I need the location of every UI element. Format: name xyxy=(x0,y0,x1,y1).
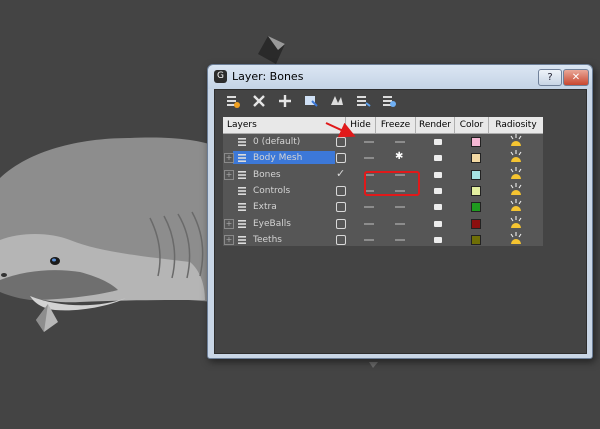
layer-row[interactable]: + Teeths xyxy=(223,231,543,248)
select-layer-icon[interactable] xyxy=(327,93,347,113)
radiosity-icon[interactable] xyxy=(508,198,524,214)
hide-toggle[interactable] xyxy=(364,238,374,241)
current-layer-toggle[interactable] xyxy=(336,202,346,213)
render-teapot-icon[interactable] xyxy=(434,204,442,211)
layer-row[interactable]: + Body Mesh ✱ xyxy=(223,150,543,166)
radiosity-icon[interactable] xyxy=(508,166,524,182)
layer-name[interactable]: 0 (default) xyxy=(253,136,300,148)
layer-icon xyxy=(238,137,248,147)
layer-color-swatch[interactable] xyxy=(471,202,481,213)
layer-row[interactable]: 0 (default) xyxy=(223,134,543,150)
render-teapot-icon[interactable] xyxy=(434,220,442,227)
new-layer-icon[interactable] xyxy=(223,93,243,113)
current-layer-toggle[interactable] xyxy=(336,234,346,245)
layer-color-swatch[interactable] xyxy=(471,218,481,229)
layer-manager-window: G Layer: Bones ? ✕ Layers Hide Freeze Re… xyxy=(207,64,593,359)
window-title: Layer: Bones xyxy=(232,70,304,83)
column-freeze[interactable]: Freeze xyxy=(376,117,416,133)
expand-icon[interactable]: + xyxy=(224,218,234,229)
current-layer-checkmark-icon[interactable]: ✓ xyxy=(336,167,345,180)
layer-icon xyxy=(238,219,248,229)
annotation-highlight-box xyxy=(364,171,420,196)
radiosity-icon[interactable] xyxy=(508,231,524,247)
current-layer-toggle[interactable] xyxy=(336,185,346,196)
layer-color-swatch[interactable] xyxy=(471,234,481,245)
layer-name[interactable]: Controls xyxy=(253,185,290,197)
render-teapot-icon[interactable] xyxy=(434,187,442,194)
column-layers[interactable]: Layers xyxy=(223,117,346,133)
title-bar[interactable]: G Layer: Bones ? ✕ xyxy=(208,65,592,89)
layer-color-swatch[interactable] xyxy=(471,137,481,147)
freeze-toggle[interactable] xyxy=(395,222,405,225)
render-teapot-icon[interactable] xyxy=(434,155,442,162)
layer-name[interactable]: Extra xyxy=(253,201,277,213)
expand-icon[interactable]: + xyxy=(224,153,234,164)
radiosity-icon[interactable] xyxy=(508,149,524,165)
layer-manager-panel: Layers Hide Freeze Render Color Radiosit… xyxy=(214,89,587,354)
column-radiosity[interactable]: Radiosity xyxy=(489,117,543,133)
layer-name[interactable]: Body Mesh xyxy=(253,152,302,164)
layer-name[interactable]: Teeths xyxy=(253,234,282,246)
expand-icon[interactable]: + xyxy=(224,234,234,245)
expand-icon[interactable]: + xyxy=(224,169,234,180)
hide-freeze-all-icon[interactable] xyxy=(379,93,399,113)
layer-row[interactable]: Extra xyxy=(223,199,543,215)
render-teapot-icon[interactable] xyxy=(434,139,442,145)
freeze-toggle[interactable] xyxy=(395,206,405,209)
layer-icon xyxy=(238,170,248,180)
layer-icon xyxy=(238,186,248,196)
hide-toggle[interactable] xyxy=(364,222,374,225)
shark-model xyxy=(0,137,215,311)
layer-name[interactable]: Bones xyxy=(253,169,281,181)
hide-toggle[interactable] xyxy=(364,157,374,160)
layer-row[interactable]: + EyeBalls xyxy=(223,215,543,232)
layer-color-swatch[interactable] xyxy=(471,169,481,180)
render-teapot-icon[interactable] xyxy=(434,236,442,243)
layer-color-swatch[interactable] xyxy=(471,185,481,196)
current-layer-toggle[interactable] xyxy=(336,218,346,229)
layer-icon xyxy=(238,153,248,163)
freeze-toggle[interactable] xyxy=(395,141,405,143)
freeze-snowflake-icon[interactable]: ✱ xyxy=(395,151,403,162)
app-icon: G xyxy=(214,70,227,83)
hide-toggle[interactable] xyxy=(364,141,374,143)
layer-icon xyxy=(238,202,248,212)
layer-name[interactable]: EyeBalls xyxy=(253,218,291,230)
column-hide[interactable]: Hide xyxy=(346,117,376,133)
radiosity-icon[interactable] xyxy=(508,182,524,198)
layer-color-swatch[interactable] xyxy=(471,153,481,164)
hide-toggle[interactable] xyxy=(364,206,374,209)
column-color[interactable]: Color xyxy=(455,117,489,133)
current-layer-toggle[interactable] xyxy=(336,153,346,164)
radiosity-icon[interactable] xyxy=(508,215,524,231)
select-objects-icon[interactable] xyxy=(301,93,321,113)
freeze-toggle[interactable] xyxy=(395,238,405,241)
radiosity-icon[interactable] xyxy=(508,133,524,149)
layer-icon xyxy=(238,235,248,245)
help-button[interactable]: ? xyxy=(538,69,562,86)
current-layer-toggle[interactable] xyxy=(336,137,346,147)
delete-icon[interactable] xyxy=(249,93,269,113)
add-to-layer-icon[interactable] xyxy=(275,93,295,113)
set-current-icon[interactable] xyxy=(353,93,373,113)
table-header: Layers Hide Freeze Render Color Radiosit… xyxy=(223,117,543,134)
column-render[interactable]: Render xyxy=(416,117,455,133)
render-teapot-icon[interactable] xyxy=(434,171,442,178)
close-button[interactable]: ✕ xyxy=(563,69,589,86)
